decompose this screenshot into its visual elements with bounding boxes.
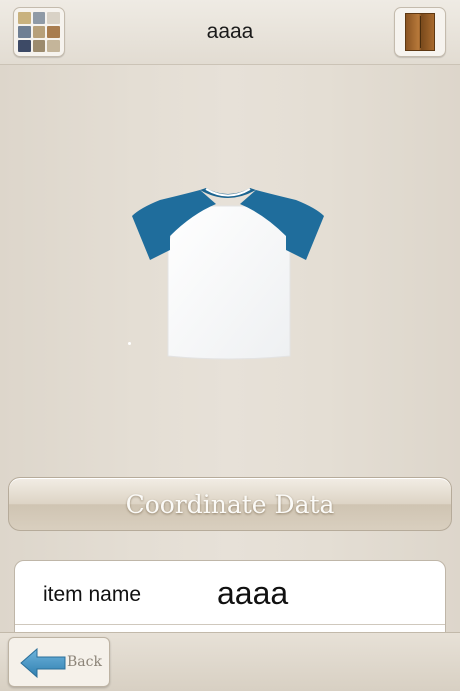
wardrobe-button[interactable] (394, 7, 446, 57)
back-arrow-icon (20, 647, 66, 679)
back-button[interactable]: Back (8, 637, 110, 687)
wardrobe-icon (405, 13, 435, 51)
coordinate-data-button[interactable]: Coordinate Data (8, 477, 452, 531)
image-speck (128, 342, 131, 345)
item-image (130, 184, 326, 364)
page-title: aaaa (206, 20, 254, 43)
bottom-bar: Back (0, 632, 460, 691)
item-name-value: aaaa (217, 575, 289, 611)
coordinate-data-label: Coordinate Data (125, 490, 335, 519)
row-divider (15, 624, 445, 625)
back-label: Back (67, 654, 102, 670)
top-bar: aaaa (0, 0, 460, 65)
item-name-label: item name (43, 583, 142, 606)
raglan-tshirt-image (132, 188, 324, 360)
